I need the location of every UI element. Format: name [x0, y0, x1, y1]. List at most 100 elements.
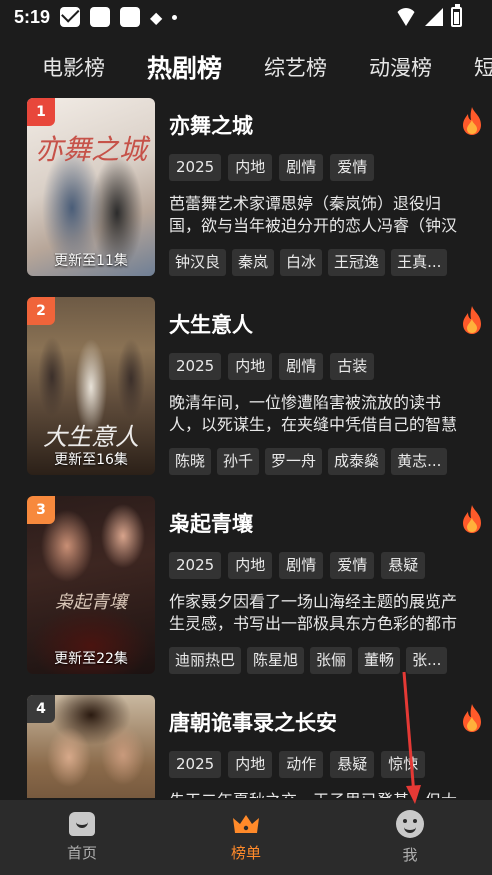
- nav-label: 榜单: [230, 844, 261, 862]
- list-item[interactable]: 枭起青壤 3 更新至22集 枭起青壤 2025 内地 剧情 爱情 悬疑 作家聂夕…: [0, 496, 492, 695]
- tag-list: 2025 内地 剧情 爱情 悬疑: [169, 552, 469, 579]
- signal-icon: [425, 8, 443, 26]
- fire-icon: [463, 306, 481, 334]
- cast-tag[interactable]: 王真...: [391, 249, 448, 276]
- cast-tag[interactable]: 迪丽热巴: [169, 647, 242, 674]
- poster-image[interactable]: 大生意人 2 更新至16集: [27, 297, 155, 475]
- app-notification-icon: ◆: [150, 7, 163, 27]
- show-title[interactable]: 大生意人: [169, 309, 469, 339]
- cast-tag[interactable]: 陈星旭: [247, 647, 305, 674]
- poster-title-art: 大生意人: [43, 423, 139, 451]
- cast-tag[interactable]: 张...: [406, 647, 448, 674]
- cast-tag[interactable]: 孙千: [217, 448, 260, 475]
- tag[interactable]: 动作: [279, 751, 324, 778]
- tag-list: 2025 内地 剧情 古装: [169, 353, 469, 380]
- tab-short[interactable]: 短: [474, 52, 492, 82]
- tag[interactable]: 剧情: [279, 552, 324, 579]
- list-item[interactable]: 大生意人 2 更新至16集 大生意人 2025 内地 剧情 古装 晚清年间，一位…: [0, 297, 492, 496]
- fire-icon: [463, 107, 481, 135]
- update-label: 更新至22集: [54, 651, 128, 667]
- tag[interactable]: 内地: [228, 154, 273, 181]
- tag[interactable]: 内地: [228, 353, 273, 380]
- tag[interactable]: 古装: [330, 353, 375, 380]
- ranking-list[interactable]: 亦舞之城 1 更新至11集 亦舞之城 2025 内地 剧情 爱情 芭蕾舞艺术家谭…: [0, 98, 492, 798]
- tag[interactable]: 悬疑: [381, 552, 426, 579]
- cast-list: 迪丽热巴 陈星旭 张俪 董畅 张...: [169, 647, 469, 674]
- show-info: 枭起青壤 2025 内地 剧情 爱情 悬疑 作家聂夕因看了一场山海经主题的展览产…: [169, 496, 469, 674]
- list-item[interactable]: 亦舞之城 1 更新至11集 亦舞之城 2025 内地 剧情 爱情 芭蕾舞艺术家谭…: [0, 98, 492, 297]
- home-icon: [69, 812, 95, 836]
- tag[interactable]: 爱情: [330, 154, 375, 181]
- show-info: 唐朝诡事录之长安 2025 内地 动作 悬疑 惊悚 先天二年夏秋之交，王子思已登…: [169, 695, 469, 798]
- message-notification-icon: [60, 7, 81, 27]
- app-notification-icon: [90, 7, 111, 27]
- status-bar: 5:19 ◆: [0, 0, 492, 34]
- tag[interactable]: 爱情: [330, 552, 375, 579]
- system-icons: [395, 4, 462, 27]
- cast-tag[interactable]: 罗一舟: [265, 448, 323, 475]
- tab-tv-series[interactable]: 热剧榜: [147, 49, 222, 85]
- show-description: 晚清年间，一位惨遭陷害被流放的读书人，以死谋生，在夹缝中凭借自己的智慧: [169, 393, 458, 434]
- poster-title-art: 亦舞之城: [34, 133, 147, 166]
- cast-tag[interactable]: 成泰燊: [328, 448, 386, 475]
- smile-icon: [396, 810, 424, 838]
- show-description: 作家聂夕因看了一场山海经主题的展览产生灵感，书写出一部极具东方色彩的都市: [169, 592, 458, 633]
- cast-list: 陈晓 孙千 罗一舟 成泰燊 黄志...: [169, 448, 469, 475]
- tag[interactable]: 剧情: [279, 353, 324, 380]
- notification-icons: ◆: [60, 7, 178, 27]
- show-info: 亦舞之城 2025 内地 剧情 爱情 芭蕾舞艺术家谭思婷（秦岚饰）退役归国，欲与…: [169, 98, 469, 276]
- app-notification-icon: [120, 7, 141, 27]
- show-info: 大生意人 2025 内地 剧情 古装 晚清年间，一位惨遭陷害被流放的读书人，以死…: [169, 297, 469, 475]
- fire-icon: [463, 704, 481, 732]
- cast-tag[interactable]: 董畅: [358, 647, 401, 674]
- tag[interactable]: 内地: [228, 751, 273, 778]
- nav-label: 我: [402, 846, 418, 864]
- poster-image[interactable]: 枭起青壤 3 更新至22集: [27, 496, 155, 674]
- bottom-navigation: 首页 榜单 我: [0, 800, 492, 875]
- list-item[interactable]: 4 唐朝诡事录之长安 2025 内地 动作 悬疑 惊悚 先天二年夏秋之交，王子思…: [0, 695, 492, 798]
- show-title[interactable]: 唐朝诡事录之长安: [169, 707, 469, 737]
- cast-tag[interactable]: 钟汉良: [169, 249, 227, 276]
- cast-tag[interactable]: 王冠逸: [328, 249, 386, 276]
- nav-rankings[interactable]: 榜单: [164, 800, 328, 875]
- cast-tag[interactable]: 张俪: [310, 647, 353, 674]
- cast-tag[interactable]: 黄志...: [391, 448, 448, 475]
- tag[interactable]: 2025: [169, 154, 222, 181]
- tag[interactable]: 剧情: [279, 154, 324, 181]
- tag[interactable]: 内地: [228, 552, 273, 579]
- nav-home[interactable]: 首页: [0, 800, 164, 875]
- cast-tag[interactable]: 秦岚: [232, 249, 275, 276]
- poster-image[interactable]: 4: [27, 695, 155, 798]
- tag[interactable]: 悬疑: [330, 751, 375, 778]
- show-description: 芭蕾舞艺术家谭思婷（秦岚饰）退役归国，欲与当年被迫分开的恋人冯睿（钟汉良饰）: [169, 194, 458, 235]
- tag-list: 2025 内地 动作 悬疑 惊悚: [169, 751, 469, 778]
- tab-movies[interactable]: 电影榜: [42, 52, 105, 82]
- rank-badge: 4: [27, 695, 55, 723]
- tag[interactable]: 2025: [169, 353, 222, 380]
- tag[interactable]: 2025: [169, 552, 222, 579]
- category-tabs: 电影榜 热剧榜 综艺榜 动漫榜 短: [0, 44, 492, 90]
- rank-badge: 2: [27, 297, 55, 325]
- poster-image[interactable]: 亦舞之城 1 更新至11集: [27, 98, 155, 276]
- update-label: 更新至16集: [54, 452, 128, 468]
- rank-badge: 3: [27, 496, 55, 524]
- show-title[interactable]: 枭起青壤: [169, 508, 469, 538]
- tag[interactable]: 惊悚: [381, 751, 426, 778]
- cast-tag[interactable]: 陈晓: [169, 448, 212, 475]
- crown-icon: [233, 815, 259, 833]
- tab-anime[interactable]: 动漫榜: [369, 52, 432, 82]
- update-label: 更新至11集: [54, 253, 128, 269]
- rank-badge: 1: [27, 98, 55, 126]
- tab-variety[interactable]: 综艺榜: [264, 52, 327, 82]
- nav-profile[interactable]: 我: [328, 800, 492, 875]
- show-description: 先天二年夏秋之交，王子思已登基，但大: [169, 790, 465, 798]
- tag[interactable]: 2025: [169, 751, 222, 778]
- battery-icon: [451, 4, 462, 27]
- cast-list: 钟汉良 秦岚 白冰 王冠逸 王真...: [169, 249, 469, 276]
- fire-icon: [463, 505, 481, 533]
- show-title[interactable]: 亦舞之城: [169, 110, 469, 140]
- cast-tag[interactable]: 白冰: [280, 249, 323, 276]
- nav-label: 首页: [66, 844, 97, 862]
- poster-title-art: 枭起青壤: [55, 592, 127, 613]
- tag-list: 2025 内地 剧情 爱情: [169, 154, 469, 181]
